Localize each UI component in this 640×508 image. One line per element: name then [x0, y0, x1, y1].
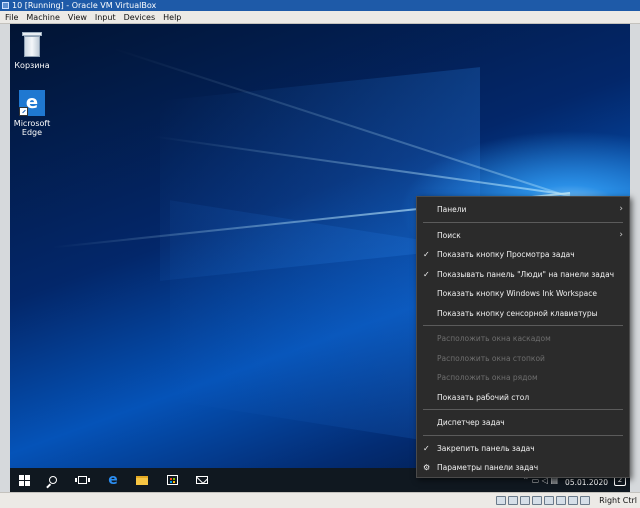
- menu-item-panels[interactable]: Панели ›: [417, 200, 629, 220]
- menu-separator: [423, 325, 623, 326]
- window-title: 10 [Running] - Oracle VM VirtualBox: [12, 1, 157, 10]
- chevron-right-icon: ›: [619, 229, 623, 240]
- start-button[interactable]: [12, 468, 36, 492]
- taskbar-store[interactable]: [160, 468, 184, 492]
- menu-item-show-desktop[interactable]: Показать рабочий стол: [417, 388, 629, 408]
- store-icon: [166, 475, 178, 485]
- usb-icon[interactable]: [544, 496, 554, 505]
- menu-item-label: Параметры панели задач: [437, 463, 539, 472]
- menu-item-label: Расположить окна рядом: [437, 373, 538, 382]
- menu-item-label: Показывать панель "Люди" на панели задач: [437, 269, 615, 279]
- audio-icon[interactable]: [520, 496, 530, 505]
- edge-icon: e: [108, 472, 118, 488]
- menu-help[interactable]: Help: [163, 13, 181, 22]
- windows-logo-icon: [18, 474, 30, 486]
- edge-icon: e: [19, 90, 45, 116]
- menu-item-search[interactable]: Поиск ›: [417, 226, 629, 246]
- taskbar-edge[interactable]: e: [101, 468, 125, 492]
- search-button[interactable]: [41, 468, 65, 492]
- menu-item-side-by-side: Расположить окна рядом: [417, 368, 629, 388]
- network-icon[interactable]: [532, 496, 542, 505]
- checkmark-icon: ✓: [423, 250, 430, 259]
- menu-file[interactable]: File: [5, 13, 18, 22]
- display-icon[interactable]: [568, 496, 578, 505]
- menu-item-label: Расположить окна стопкой: [437, 353, 545, 363]
- chevron-right-icon: ›: [619, 204, 623, 214]
- optical-drive-icon[interactable]: [508, 496, 518, 505]
- menu-separator: [423, 409, 623, 410]
- menu-devices[interactable]: Devices: [124, 13, 156, 22]
- menu-item-label: Показать рабочий стол: [437, 392, 530, 402]
- task-view-icon: [74, 476, 90, 484]
- desktop-icon-recycle-bin[interactable]: Корзина: [10, 30, 57, 70]
- menu-item-taskbar-settings[interactable]: ⚙ Параметры панели задач: [417, 458, 629, 478]
- menu-item-label: Поиск: [437, 230, 461, 240]
- desktop-icon-label: Корзина: [14, 61, 50, 70]
- taskbar-mail[interactable]: [190, 468, 214, 492]
- gear-icon: ⚙: [423, 463, 431, 472]
- window-titlebar: 10 [Running] - Oracle VM VirtualBox: [0, 0, 640, 11]
- menu-item-show-ink-workspace[interactable]: Показать кнопку Windows Ink Workspace: [417, 284, 629, 304]
- folder-icon: [136, 475, 148, 485]
- mouse-integration-icon[interactable]: [580, 496, 590, 505]
- menu-input[interactable]: Input: [95, 13, 116, 22]
- virtualbox-statusbar: Right Ctrl: [0, 492, 640, 508]
- hard-disk-icon[interactable]: [496, 496, 506, 505]
- menu-separator: [423, 434, 623, 436]
- desktop-icon-label: Microsoft Edge: [13, 119, 51, 137]
- menu-item-label: Показать кнопку сенсорной клавиатуры: [437, 308, 598, 318]
- menu-item-label: Панели: [437, 205, 467, 214]
- menu-item-show-task-view[interactable]: ✓ Показать кнопку Просмотра задач: [417, 245, 629, 265]
- menu-item-cascade: Расположить окна каскадом: [417, 329, 629, 349]
- menu-item-show-people[interactable]: ✓ Показывать панель "Люди" на панели зада…: [417, 265, 629, 285]
- recycle-bin-icon: [21, 30, 43, 58]
- desktop-icon-edge[interactable]: e Microsoft Edge: [10, 90, 57, 137]
- menu-item-show-touch-keyboard[interactable]: Показать кнопку сенсорной клавиатуры: [417, 304, 629, 324]
- device-status-icons: [494, 496, 590, 505]
- shortcut-arrow-icon: [19, 107, 28, 116]
- menu-item-label: Закрепить панель задач: [437, 443, 535, 453]
- menu-item-task-manager[interactable]: Диспетчер задач: [417, 413, 629, 433]
- menu-item-label: Расположить окна каскадом: [437, 334, 551, 343]
- mail-icon: [196, 476, 208, 484]
- taskbar-date: 05.01.2020: [565, 478, 608, 487]
- menu-separator: [423, 221, 623, 223]
- menubar: File Machine View Input Devices Help: [0, 11, 640, 24]
- virtualbox-icon: [2, 2, 9, 9]
- menu-machine[interactable]: Machine: [26, 13, 60, 22]
- menu-item-label: Показать кнопку Просмотра задач: [437, 250, 575, 259]
- menu-item-label: Показать кнопку Windows Ink Workspace: [437, 289, 597, 298]
- menu-item-label: Диспетчер задач: [437, 418, 505, 427]
- menu-view[interactable]: View: [68, 13, 87, 22]
- taskbar-explorer[interactable]: [130, 468, 154, 492]
- menu-item-stack: Расположить окна стопкой: [417, 349, 629, 369]
- host-key-label: Right Ctrl: [599, 496, 637, 505]
- checkmark-icon: ✓: [423, 443, 430, 453]
- shared-folder-icon[interactable]: [556, 496, 566, 505]
- search-icon: [49, 476, 57, 484]
- menu-item-lock-taskbar[interactable]: ✓ Закрепить панель задач: [417, 439, 629, 459]
- checkmark-icon: ✓: [423, 269, 430, 279]
- taskbar-context-menu: Панели › Поиск › ✓ Показать кнопку Просмотр…: [416, 196, 630, 478]
- task-view-button[interactable]: [70, 468, 94, 492]
